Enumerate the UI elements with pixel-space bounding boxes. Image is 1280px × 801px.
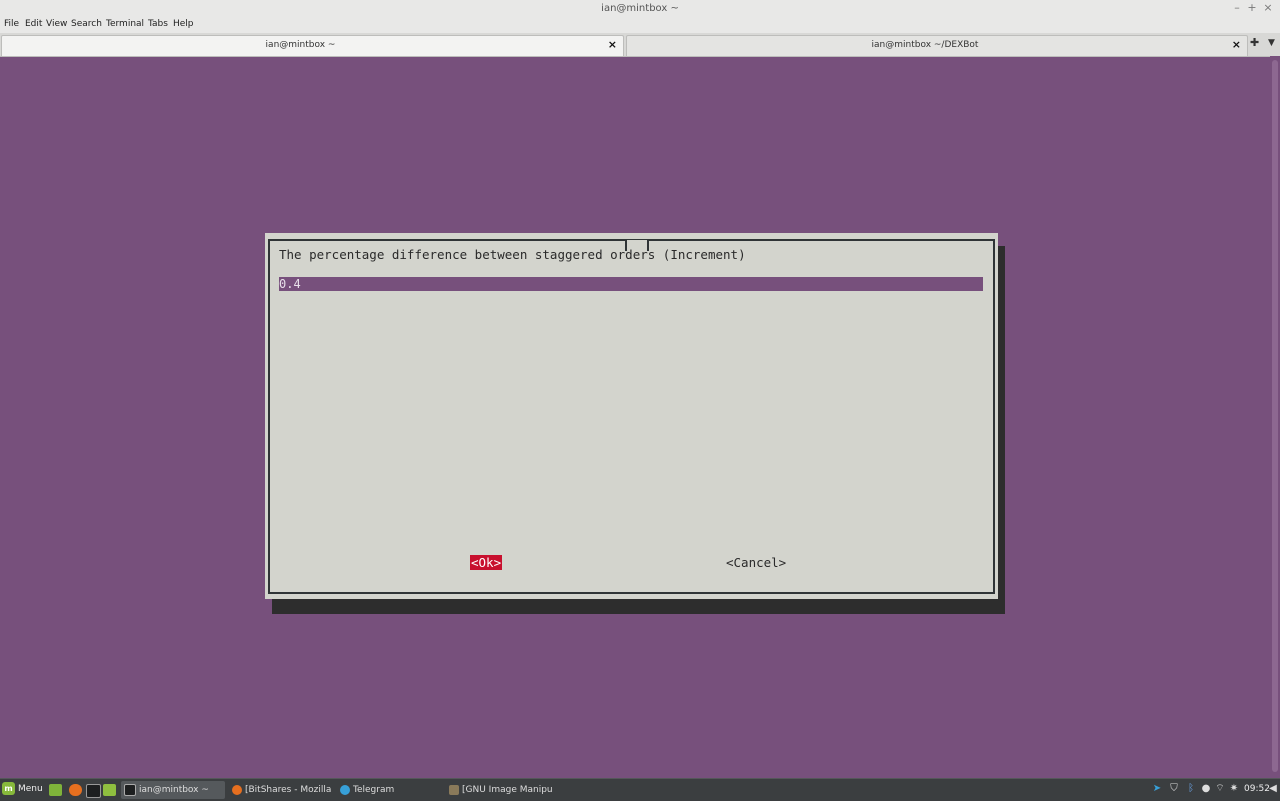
scrollbar-thumb[interactable] <box>1272 60 1278 772</box>
input-dialog: The percentage difference between stagge… <box>265 233 998 599</box>
taskbar: m Menu ian@mintbox ~ [BitShares - Mozilla… <box>0 778 1280 801</box>
gimp-icon <box>449 784 459 795</box>
terminal-scrollbar[interactable] <box>1270 56 1280 778</box>
tab-dexbot[interactable]: ian@mintbox ~/DEXBot × <box>626 35 1248 56</box>
close-window-icon[interactable]: × <box>1261 1 1275 15</box>
maximize-icon[interactable]: + <box>1245 1 1259 15</box>
minimize-icon[interactable]: – <box>1230 1 1244 15</box>
menu-search[interactable]: Search <box>71 19 102 29</box>
menu-help[interactable]: Help <box>173 19 194 29</box>
task-firefox-label: [BitShares - Mozilla ... <box>245 785 333 795</box>
menu-edit[interactable]: Edit <box>25 19 42 29</box>
title-bar: ian@mintbox ~ – + × <box>0 0 1280 18</box>
tab-home-label: ian@mintbox ~ <box>265 40 336 50</box>
menu-tabs[interactable]: Tabs <box>148 19 168 29</box>
network-icon[interactable]: ⌔ <box>1214 783 1226 795</box>
tab-dexbot-label: ian@mintbox ~/DEXBot <box>871 40 979 50</box>
tab-list-icon[interactable]: ▼ <box>1268 38 1275 48</box>
task-gimp[interactable]: [GNU Image Manipu... <box>446 781 552 799</box>
start-menu-button[interactable]: m Menu <box>2 782 43 798</box>
mint-logo-icon: m <box>2 782 15 795</box>
tab-home[interactable]: ian@mintbox ~ × <box>1 35 624 56</box>
dialog-prompt: The percentage difference between stagge… <box>279 247 746 262</box>
menu-view[interactable]: View <box>46 19 67 29</box>
firefox-icon <box>232 784 242 795</box>
task-terminal-label: ian@mintbox ~ <box>139 785 209 795</box>
telegram-icon <box>340 784 350 795</box>
shield-icon[interactable]: ⛉ <box>1168 783 1180 795</box>
tab-bar: ian@mintbox ~ × ian@mintbox ~/DEXBot × <box>0 33 1280 57</box>
dialog-frame <box>268 239 995 594</box>
menu-terminal[interactable]: Terminal <box>106 19 144 29</box>
menu-bar: File Edit View Search Terminal Tabs Help <box>0 17 1280 33</box>
task-telegram[interactable]: Telegram <box>337 781 441 799</box>
task-terminal[interactable]: ian@mintbox ~ <box>121 781 225 799</box>
new-tab-icon[interactable]: ✚ <box>1250 36 1259 49</box>
bluetooth-icon[interactable]: ᛒ <box>1185 783 1197 795</box>
task-gimp-label: [GNU Image Manipu... <box>462 785 552 795</box>
volume-icon[interactable]: ◀ <box>1267 783 1279 795</box>
files-icon[interactable] <box>103 784 116 796</box>
settings-icon[interactable]: ✷ <box>1228 783 1240 795</box>
window-title: ian@mintbox ~ <box>601 3 679 14</box>
cancel-button[interactable]: <Cancel> <box>726 555 786 570</box>
terminal-launcher-icon[interactable] <box>86 784 101 798</box>
close-icon[interactable]: × <box>1232 38 1241 51</box>
terminal-icon <box>124 783 136 796</box>
close-icon[interactable]: × <box>608 38 617 51</box>
increment-input[interactable] <box>279 277 983 291</box>
ok-button[interactable]: <Ok> <box>470 555 503 570</box>
telegram-tray-icon[interactable]: ➤ <box>1151 783 1163 795</box>
firefox-icon[interactable] <box>69 784 82 796</box>
menu-file[interactable]: File <box>4 19 19 29</box>
task-firefox[interactable]: [BitShares - Mozilla ... <box>229 781 333 799</box>
menu-label: Menu <box>18 784 43 794</box>
user-icon[interactable]: ● <box>1200 783 1212 795</box>
task-telegram-label: Telegram <box>353 785 395 795</box>
show-desktop-icon[interactable] <box>49 784 62 796</box>
